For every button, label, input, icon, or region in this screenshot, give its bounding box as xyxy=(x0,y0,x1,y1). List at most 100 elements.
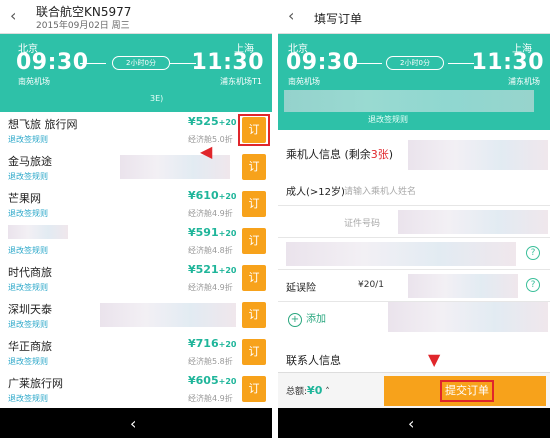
back-icon[interactable]: ‹ xyxy=(10,8,24,24)
agency-list-screen: ‹ 联合航空KN5977 2015年09月02日 周三 北京 09:30 南苑机… xyxy=(0,0,272,438)
redaction-blur xyxy=(408,140,548,170)
rules-link[interactable]: 退改签规则 xyxy=(8,171,48,182)
list-item[interactable]: 深圳天泰 退改签规则 订 xyxy=(0,297,272,335)
rules-link[interactable]: 退改签规则 xyxy=(8,319,48,330)
header: ‹ 填写订单 xyxy=(278,0,550,34)
rules-link[interactable]: 退改签规则 xyxy=(8,245,48,256)
list-item[interactable]: 时代商旅 退改签规则 ¥521+20 经济舱4.9折 订 xyxy=(0,260,272,298)
remaining-seats: 3张 xyxy=(370,148,389,161)
price: ¥521+20 xyxy=(188,263,236,276)
submit-order-button[interactable]: 提交订单 xyxy=(384,376,546,406)
price: ¥525+20 xyxy=(188,115,236,128)
route-line-left xyxy=(80,63,106,64)
passenger-name-row[interactable]: 成人(>12岁) 请输入乘机人姓名 xyxy=(278,174,550,206)
highlight-arrow: ◀ xyxy=(200,142,213,161)
book-button[interactable]: 订 xyxy=(242,302,266,328)
back-icon[interactable]: ‹ xyxy=(288,8,302,24)
discount: 经济舱4.8折 xyxy=(188,246,233,255)
flight-duration: 2小时0分 xyxy=(386,56,444,70)
price-value: ¥525 xyxy=(188,115,219,128)
passenger-type[interactable]: 成人(>12岁) xyxy=(286,183,345,198)
agency-name: 芒果网 xyxy=(8,192,41,205)
order-form-screen: ‹ 填写订单 北京 09:30 南苑机场 2小时0分 上海 11:30 浦东机场… xyxy=(278,0,550,438)
tax-value: +20 xyxy=(218,118,237,127)
plus-icon: + xyxy=(288,313,302,327)
price: ¥605+20 xyxy=(188,374,236,387)
price-value: ¥605 xyxy=(188,374,219,387)
price: ¥610+20 xyxy=(188,189,236,202)
tax-value: +20 xyxy=(218,377,237,386)
list-item[interactable]: 金马旅途 退改签规则 订 xyxy=(0,149,272,187)
tax-value: +20 xyxy=(218,266,237,275)
tax-value: +20 xyxy=(218,229,237,238)
agency-name: 华正商旅 xyxy=(8,340,52,353)
total-amount: ¥0 xyxy=(307,384,323,397)
price-value: ¥521 xyxy=(188,263,219,276)
price-value: ¥591 xyxy=(188,226,219,239)
flight-duration: 2小时0分 xyxy=(112,56,170,70)
checkout-bar: 总额:¥0 ˄ 提交订单 xyxy=(278,372,550,408)
list-item[interactable]: 想飞旅 旅行网 退改签规则 ¥525+20 经济舱5.0折 订 xyxy=(0,112,272,150)
rules-link[interactable]: 退改签规则 xyxy=(368,114,408,125)
passenger-id-row[interactable]: 证件号码 xyxy=(278,206,550,238)
total-price[interactable]: 总额:¥0 ˄ xyxy=(286,384,330,397)
arrival-time: 11:30 xyxy=(471,50,544,75)
list-item[interactable]: 芒果网 退改签规则 ¥610+20 经济舱4.9折 订 xyxy=(0,186,272,224)
agency-name: 金马旅途 xyxy=(8,155,52,168)
list-item[interactable]: 华正商旅 退改签规则 ¥716+20 经济舱5.8折 订 xyxy=(0,334,272,372)
book-button[interactable]: 订 xyxy=(242,339,266,365)
help-icon[interactable]: ? xyxy=(526,246,540,260)
id-input[interactable]: 证件号码 xyxy=(344,216,380,229)
rules-link[interactable]: 退改签规则 xyxy=(8,356,48,367)
system-nav-bar: ‹ xyxy=(0,408,272,438)
aircraft-note: 3E) xyxy=(150,94,164,103)
flight-date: 2015年09月02日 周三 xyxy=(36,21,130,31)
total-label: 总额: xyxy=(286,387,308,397)
rules-link[interactable]: 退改签规则 xyxy=(8,282,48,293)
arrival-airport: 浦东机场T1 xyxy=(220,77,262,86)
tax-value: +20 xyxy=(218,192,237,201)
help-icon[interactable]: ? xyxy=(526,278,540,292)
book-button[interactable]: 订 xyxy=(242,191,266,217)
insurance-row-1[interactable]: ? xyxy=(278,238,550,270)
book-button[interactable]: 订 xyxy=(242,265,266,291)
rules-link[interactable]: 退改签规则 xyxy=(8,208,48,219)
price-value: ¥610 xyxy=(188,189,219,202)
list-item[interactable]: 广莱旅行网 退改签规则 ¥605+20 经济舱4.9折 订 xyxy=(0,371,272,409)
flight-banner: 北京 09:30 南苑机场 2小时0分 上海 11:30 浦东机场 退改签规则 xyxy=(278,34,550,130)
nav-back-icon[interactable]: ‹ xyxy=(130,414,136,433)
delay-insurance-price: ¥20/1 xyxy=(358,280,384,290)
redaction-blur xyxy=(286,242,516,266)
route-line-right xyxy=(448,63,474,64)
add-passenger-button[interactable]: + 添加 xyxy=(288,310,326,327)
list-item[interactable]: 退改签规则 ¥591+20 经济舱4.8折 订 xyxy=(0,223,272,261)
highlight-box xyxy=(238,114,270,146)
arrival-airport: 浦东机场 xyxy=(508,77,540,86)
redaction-blur xyxy=(284,90,534,112)
nav-back-icon[interactable]: ‹ xyxy=(408,414,414,433)
route-line-left xyxy=(352,63,382,64)
name-input[interactable]: 请输入乘机人姓名 xyxy=(344,184,416,197)
flight-banner: 北京 09:30 南苑机场 2小时0分 上海 11:30 浦东机场T1 3E) xyxy=(0,34,272,112)
page-title: 填写订单 xyxy=(314,12,363,26)
delay-insurance-row[interactable]: 延误险 ¥20/1 ? xyxy=(278,270,550,302)
rules-link[interactable]: 退改签规则 xyxy=(8,134,48,145)
redaction-blur xyxy=(388,302,548,332)
passenger-title-prefix: 乘机人信息 (剩余 xyxy=(286,148,371,161)
book-button[interactable]: 订 xyxy=(242,154,266,180)
highlight-arrow: ▼ xyxy=(428,350,441,369)
agency-name: 想飞旅 旅行网 xyxy=(8,118,78,131)
rules-link[interactable]: 退改签规则 xyxy=(8,393,48,404)
add-label: 添加 xyxy=(306,314,326,325)
chevron-up-icon: ˄ xyxy=(325,387,330,397)
order-form: 乘机人信息 (剩余3张) 成人(>12岁) 请输入乘机人姓名 证件号码 ? 延误… xyxy=(278,130,550,372)
agency-list: 想飞旅 旅行网 退改签规则 ¥525+20 经济舱5.0折 订 金马旅途 退改签… xyxy=(0,112,272,409)
screenshot-pair: ‹ 联合航空KN5977 2015年09月02日 周三 北京 09:30 南苑机… xyxy=(0,0,550,438)
redaction-blur xyxy=(408,274,518,298)
redaction-blur xyxy=(120,155,230,179)
price: ¥591+20 xyxy=(188,226,236,239)
book-button[interactable]: 订 xyxy=(242,376,266,402)
header: ‹ 联合航空KN5977 2015年09月02日 周三 xyxy=(0,0,272,34)
book-button[interactable]: 订 xyxy=(242,228,266,254)
tax-value: +20 xyxy=(218,340,237,349)
